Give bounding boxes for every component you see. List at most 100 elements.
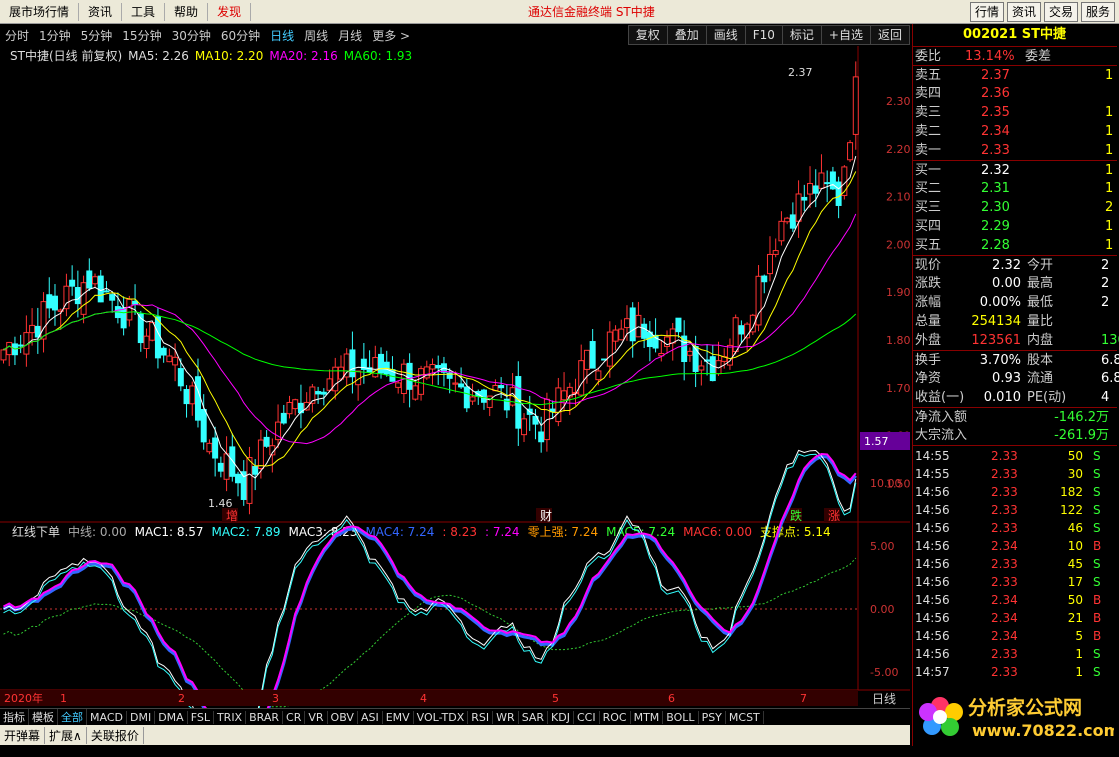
indicator-tab-12[interactable]: ASI bbox=[358, 710, 383, 724]
candle-body bbox=[86, 270, 93, 289]
indicator-tab-6[interactable]: FSL bbox=[188, 710, 214, 724]
candle-body bbox=[200, 408, 207, 443]
event-tag: 增 bbox=[226, 509, 238, 523]
toolbar-button-4[interactable]: 标记 bbox=[781, 25, 821, 45]
candle-body bbox=[286, 401, 293, 415]
indicator-tabs: 指标 模板 全部 MACD DMI DMA FSL TRIX BRAR CR VR OBV ASI EMV… bbox=[0, 708, 910, 725]
candle-body bbox=[40, 301, 47, 340]
period-tab-5[interactable]: 60分钟 bbox=[216, 27, 265, 44]
period-tab-4[interactable]: 30分钟 bbox=[167, 27, 216, 44]
period-tab-6[interactable]: 日线 bbox=[265, 27, 299, 44]
price-tick: 2.30 bbox=[886, 95, 910, 108]
chart-area[interactable]: ST中捷(日线 前复权) MA5: 2.26 MA10: 2.20 MA20: 2.1… bbox=[0, 46, 910, 708]
stat-row: 现价 2.32 今开 2 bbox=[913, 255, 1117, 274]
candle-body bbox=[6, 341, 13, 356]
candle-body bbox=[280, 412, 287, 424]
period-label: 日线 bbox=[872, 692, 896, 706]
candle-body bbox=[635, 314, 642, 338]
candle-body bbox=[412, 385, 419, 400]
toolbar-button-1[interactable]: 叠加 bbox=[666, 25, 706, 45]
bottom-button-2[interactable]: 关联报价 bbox=[87, 726, 144, 744]
indicator-tab-16[interactable]: WR bbox=[493, 710, 519, 724]
quote-button[interactable]: 行情 bbox=[969, 2, 1004, 22]
indicator-tab-18[interactable]: KDJ bbox=[548, 710, 574, 724]
indicator-tab-4[interactable]: DMI bbox=[127, 710, 156, 724]
indicator-tab-24[interactable]: MCST bbox=[726, 710, 764, 724]
period-tab-2[interactable]: 5分钟 bbox=[76, 27, 118, 44]
period-tab-8[interactable]: 月线 bbox=[333, 27, 367, 44]
indicator-tab-22[interactable]: BOLL bbox=[663, 710, 699, 724]
indicator-tab-1[interactable]: 模板 bbox=[29, 709, 58, 725]
candle-body bbox=[395, 382, 402, 388]
indicator-tab-21[interactable]: MTM bbox=[631, 710, 664, 724]
service-button[interactable]: 服务 bbox=[1080, 2, 1115, 22]
period-tab-1[interactable]: 1分钟 bbox=[34, 27, 76, 44]
high-label: 2.37 bbox=[788, 66, 813, 79]
date-tick: 2020年 bbox=[4, 691, 43, 705]
indicator-tab-7[interactable]: TRIX bbox=[214, 710, 247, 724]
toolbar-button-6[interactable]: 返回 bbox=[869, 25, 910, 45]
candle-body bbox=[172, 356, 179, 366]
menu-discover[interactable]: 发现 bbox=[208, 0, 250, 24]
weibi-label: 委比 bbox=[915, 49, 942, 64]
menu-tools[interactable]: 工具 bbox=[122, 0, 164, 24]
toolbar-button-0[interactable]: 复权 bbox=[627, 25, 667, 45]
indicator-tick: 5.00 bbox=[870, 540, 895, 553]
indicator-tab-8[interactable]: BRAR bbox=[246, 710, 284, 724]
indicator-tab-0[interactable]: 指标 bbox=[0, 709, 29, 725]
bottom-button-1[interactable]: 扩展∧ bbox=[45, 726, 87, 744]
indicator-tab-15[interactable]: RSI bbox=[468, 710, 494, 724]
toolbar-button-5[interactable]: +自选 bbox=[820, 25, 870, 45]
menu-market[interactable]: 展市场行情 bbox=[0, 0, 78, 24]
indicator-tab-10[interactable]: VR bbox=[305, 710, 328, 724]
candle-body bbox=[498, 385, 505, 389]
period-tab-0[interactable]: 分时 bbox=[0, 27, 34, 44]
menu-news[interactable]: 资讯 bbox=[79, 0, 121, 24]
candle-body bbox=[206, 442, 213, 453]
menu-help[interactable]: 帮助 bbox=[165, 0, 207, 24]
quote-panel: 002021 ST中捷 委比 13.14% 委差 卖五 2.37 1 卖四 2.36 卖三 2.35… bbox=[912, 24, 1119, 746]
period-tab-7[interactable]: 周线 bbox=[299, 27, 333, 44]
event-tag: 涨 bbox=[828, 508, 840, 523]
candle-body bbox=[778, 220, 785, 242]
candle-body bbox=[217, 462, 224, 472]
candle-body bbox=[74, 287, 81, 305]
toolbar-button-3[interactable]: F10 bbox=[744, 25, 782, 45]
candle-body bbox=[847, 142, 854, 161]
bottom-button-0[interactable]: 开弹幕 bbox=[0, 726, 46, 744]
stat-row: 换手 3.70% 股本 6.8 bbox=[913, 350, 1119, 369]
indicator-tab-20[interactable]: ROC bbox=[600, 710, 631, 724]
flow-row: 大宗流入 -261.9万 bbox=[915, 428, 1109, 443]
trade-button[interactable]: 交易 bbox=[1043, 2, 1078, 22]
ma-legend: ST中捷(日线 前复权) MA5: 2.26 MA10: 2.20 MA20: 2.1… bbox=[10, 48, 412, 63]
period-tab-9[interactable]: 更多 > bbox=[367, 27, 415, 44]
ask-row: 卖四 2.36 bbox=[915, 86, 1010, 101]
candle-body bbox=[486, 395, 493, 408]
news-button[interactable]: 资讯 bbox=[1006, 2, 1041, 22]
candle-body bbox=[109, 294, 116, 301]
candle-body bbox=[0, 349, 7, 361]
candle-body bbox=[166, 355, 173, 363]
candle-body bbox=[246, 457, 253, 504]
indicator-tab-19[interactable]: CCI bbox=[574, 710, 600, 724]
indicator-tab-17[interactable]: SAR bbox=[519, 710, 549, 724]
tick-row: 14:56 2.33 46 S bbox=[915, 521, 1101, 535]
toolbar-button-2[interactable]: 画线 bbox=[705, 25, 745, 45]
candle-body bbox=[349, 349, 356, 378]
candle-body bbox=[738, 325, 745, 335]
candle-body bbox=[698, 365, 705, 371]
indicator-tab-9[interactable]: CR bbox=[283, 710, 306, 724]
indicator-tab-2[interactable]: 全部 bbox=[58, 709, 87, 725]
bid-row: 买五 2.28 1 bbox=[915, 238, 1114, 253]
period-tab-3[interactable]: 15分钟 bbox=[117, 27, 166, 44]
indicator-tab-23[interactable]: PSY bbox=[699, 710, 726, 724]
indicator-legend: 红线下单 中线: 0.00 MAC1: 8.57 MAC2: 7.89 MAC3: 8.… bbox=[12, 524, 831, 539]
candle-body bbox=[824, 182, 831, 185]
indicator-tab-13[interactable]: EMV bbox=[383, 710, 414, 724]
indicator-tab-3[interactable]: MACD bbox=[87, 710, 127, 724]
event-tag: 财 bbox=[540, 509, 552, 523]
indicator-tab-5[interactable]: DMA bbox=[155, 710, 188, 724]
indicator-tab-11[interactable]: OBV bbox=[328, 710, 358, 724]
indicator-tab-14[interactable]: VOL-TDX bbox=[414, 710, 469, 724]
tick-row: 14:56 2.34 5 B bbox=[915, 629, 1102, 643]
